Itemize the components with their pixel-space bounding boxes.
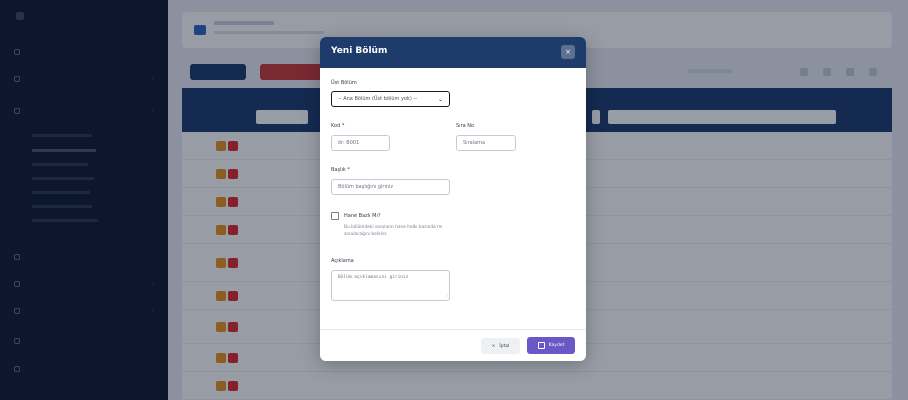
chevron-down-icon: ⌄	[437, 95, 443, 103]
code-input[interactable]: ör: B001	[331, 135, 390, 151]
description-textarea[interactable]: Bölüm açıklamasını giriniz ⟋	[331, 270, 450, 301]
modal-title: Yeni Bölüm	[331, 46, 388, 56]
parent-section-select[interactable]: -- Ana Bölüm (Üst bölüm yok) -- ⌄	[331, 91, 450, 107]
order-input[interactable]: Sıralama	[456, 135, 516, 151]
code-label: Kod *	[331, 123, 345, 129]
modal-footer-divider	[320, 329, 586, 330]
description-label: Açıklama	[331, 258, 354, 264]
household-checkbox[interactable]	[331, 212, 339, 220]
close-icon: ×	[491, 343, 496, 349]
household-help-text: Bu bölümdeki soruların hane halkı bazınd…	[344, 225, 443, 237]
cancel-button[interactable]: × İptal	[481, 338, 520, 354]
parent-section-label: Üst Bölüm	[331, 80, 357, 86]
cancel-label: İptal	[499, 343, 510, 349]
save-label: Kaydet	[548, 343, 565, 348]
parent-section-value: -- Ana Bölüm (Üst bölüm yok) --	[338, 96, 418, 102]
order-label: Sıra No	[456, 123, 475, 129]
modal-header: Yeni Bölüm ×	[320, 37, 586, 68]
resize-handle-icon[interactable]: ⟋	[445, 294, 448, 299]
save-button[interactable]: Kaydet	[527, 337, 575, 354]
title-label: Başlık *	[331, 167, 350, 173]
title-input[interactable]: Bölüm başlığını giriniz	[331, 179, 450, 195]
new-section-modal: Yeni Bölüm × Üst Bölüm -- Ana Bölüm (Üst…	[320, 37, 586, 361]
close-button[interactable]: ×	[561, 45, 575, 59]
save-icon	[537, 342, 545, 349]
close-icon: ×	[565, 48, 571, 56]
household-label: Hane Bazlı Mı?	[344, 213, 381, 219]
description-placeholder: Bölüm açıklamasını giriniz	[338, 275, 409, 280]
